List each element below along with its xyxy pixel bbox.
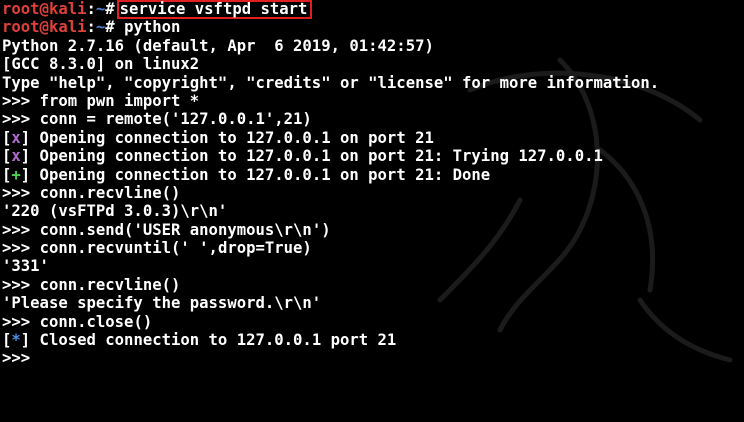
status-text: Opening connection to 127.0.0.1 on port …: [30, 165, 491, 184]
status-plus-icon: +: [11, 165, 21, 184]
prompt-hash: #: [105, 18, 125, 37]
status-bracket-close: ]: [20, 147, 31, 166]
status-line: [+] Opening connection to 127.0.0.1 on p…: [2, 166, 744, 184]
repl-input-line: >>> conn.close(): [2, 313, 744, 331]
repl-input-line: >>> conn = remote('127.0.0.1',21): [2, 110, 744, 128]
python-banner-line: [GCC 8.3.0] on linux2: [2, 55, 200, 74]
repl-prompt: >>>: [2, 183, 40, 202]
prompt-user: root@kali: [2, 0, 87, 18]
prompt-separator: :: [86, 0, 96, 18]
repl-input-line: >>> conn.send('USER anonymous\r\n'): [2, 221, 744, 239]
repl-output-line: '331': [2, 257, 49, 276]
repl-code: conn.send('USER anonymous\r\n'): [39, 220, 331, 239]
terminal-line-python-command: root@kali:~# python: [2, 18, 744, 36]
status-x-icon: x: [11, 128, 21, 147]
terminal-line-service-command: root@kali:~# service vsftpd start: [2, 0, 744, 19]
repl-prompt: >>>: [2, 275, 40, 294]
prompt-hash: #: [105, 0, 115, 18]
python-banner-line: Type "help", "copyright", "credits" or "…: [2, 73, 660, 92]
command-text: python: [124, 18, 181, 37]
repl-prompt: >>>: [2, 91, 40, 110]
status-star-icon: *: [11, 331, 21, 350]
status-bracket-open: [: [2, 147, 12, 166]
prompt-user: root@kali: [2, 18, 87, 37]
repl-code: conn.recvline(): [39, 183, 181, 202]
status-bracket-close: ]: [20, 331, 31, 350]
status-bracket-open: [: [2, 128, 12, 147]
repl-code: conn.recvline(): [39, 275, 181, 294]
repl-input-line: >>> from pwn import *: [2, 92, 744, 110]
python-banner-line: Python 2.7.16 (default, Apr 6 2019, 01:4…: [2, 36, 434, 55]
status-bracket-open: [: [2, 165, 12, 184]
status-text: Closed connection to 127.0.0.1 port 21: [30, 331, 397, 350]
prompt-path: ~: [95, 0, 106, 18]
prompt-path: ~: [95, 18, 106, 37]
terminal-window[interactable]: root@kali:~# service vsftpd start root@ka…: [0, 0, 744, 422]
repl-code: conn.close(): [39, 312, 153, 331]
repl-input-line: >>> conn.recvuntil(' ',drop=True): [2, 239, 744, 257]
repl-code: conn.recvuntil(' ',drop=True): [39, 239, 312, 258]
repl-code: from pwn import *: [39, 91, 200, 110]
prompt-separator: :: [86, 18, 96, 37]
status-line: [x] Opening connection to 127.0.0.1 on p…: [2, 129, 744, 147]
status-bracket-open: [: [2, 331, 12, 350]
status-text: Opening connection to 127.0.0.1 on port …: [30, 128, 434, 147]
repl-prompt: >>>: [2, 110, 40, 129]
status-line: [*] Closed connection to 127.0.0.1 port …: [2, 331, 744, 349]
repl-prompt: >>>: [2, 312, 40, 331]
status-text: Opening connection to 127.0.0.1 on port …: [30, 147, 603, 166]
repl-prompt: >>>: [2, 220, 40, 239]
status-line: [x] Opening connection to 127.0.0.1 on p…: [2, 147, 744, 165]
repl-output-line: 'Please specify the password.\r\n': [2, 294, 322, 313]
highlighted-command: service vsftpd start: [116, 0, 313, 19]
status-bracket-close: ]: [20, 128, 31, 147]
repl-input-line: >>> conn.recvline(): [2, 184, 744, 202]
status-x-icon: x: [11, 147, 21, 166]
repl-prompt: >>>: [2, 239, 40, 258]
repl-input-line: >>> conn.recvline(): [2, 276, 744, 294]
repl-code: conn = remote('127.0.0.1',21): [39, 110, 312, 129]
repl-current-prompt[interactable]: >>>: [2, 349, 744, 367]
status-bracket-close: ]: [20, 165, 31, 184]
repl-output-line: '220 (vsFTPd 3.0.3)\r\n': [2, 202, 228, 221]
